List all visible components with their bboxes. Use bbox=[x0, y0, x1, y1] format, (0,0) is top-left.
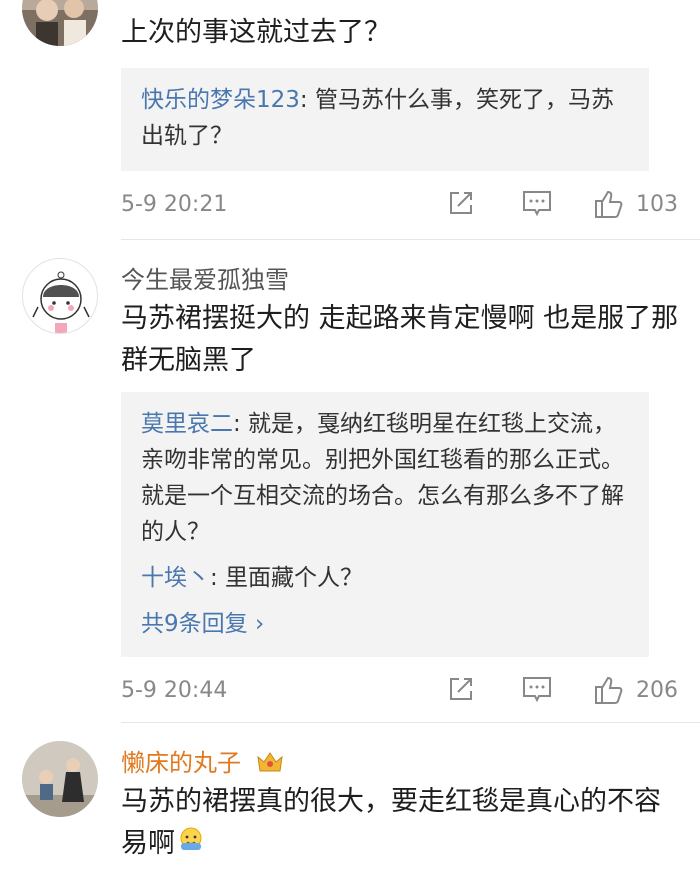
share-icon[interactable] bbox=[446, 188, 476, 224]
comment-item: 今生最爱孤独雪 马苏裙摆挺大的 走起路来肯定慢啊 也是服了那群无脑黑了 莫里哀二… bbox=[0, 240, 700, 720]
like-icon[interactable] bbox=[593, 674, 625, 712]
reply-box[interactable]: 快乐的梦朵123: 管马苏什么事，笑死了，马苏出轨了？ bbox=[121, 68, 649, 171]
like-count: 206 bbox=[636, 678, 678, 703]
comment-item: 上次的事这就过去了？ 快乐的梦朵123: 管马苏什么事，笑死了，马苏出轨了？ 5… bbox=[0, 0, 700, 240]
vip-crown-icon bbox=[255, 749, 285, 779]
reply-text: : 里面藏个人？ bbox=[210, 565, 364, 591]
avatar[interactable] bbox=[22, 0, 98, 46]
comment-meta: 5-9 20:21 103 bbox=[121, 186, 681, 226]
share-icon[interactable] bbox=[446, 674, 476, 710]
reply-username[interactable]: 十埃丶 bbox=[141, 565, 210, 591]
comment-meta: 5-9 20:44 206 bbox=[121, 672, 681, 712]
comment-text: 上次的事这就过去了？ bbox=[121, 17, 391, 48]
reply-username[interactable]: 快乐的梦朵123 bbox=[141, 87, 300, 113]
reply-box[interactable]: 莫里哀二: 就是，戛纳红毯明星在红毯上交流，亲吻非常的常见。别把外国红毯看的那么… bbox=[121, 392, 649, 657]
username[interactable]: 懒床的丸子 bbox=[121, 743, 285, 779]
reply-item[interactable]: 莫里哀二: 就是，戛纳红毯明星在红毯上交流，亲吻非常的常见。别把外国红毯看的那么… bbox=[141, 406, 629, 550]
like-icon[interactable] bbox=[593, 188, 625, 226]
username[interactable]: 今生最爱孤独雪 bbox=[121, 260, 289, 295]
more-replies-link[interactable]: 共9条回复 › bbox=[141, 606, 629, 642]
like-count: 103 bbox=[636, 192, 678, 217]
reply-item[interactable]: 十埃丶: 里面藏个人？ bbox=[141, 560, 629, 596]
comment-icon[interactable] bbox=[521, 674, 553, 710]
comment-text: 马苏裙摆挺大的 走起路来肯定慢啊 也是服了那群无脑黑了 bbox=[121, 303, 679, 376]
username-text: 懒床的丸子 bbox=[121, 749, 241, 777]
reply-item[interactable]: 快乐的梦朵123: 管马苏什么事，笑死了，马苏出轨了？ bbox=[141, 82, 629, 154]
shy-emoji-icon bbox=[177, 824, 205, 866]
comment-icon[interactable] bbox=[521, 188, 553, 224]
reply-username[interactable]: 莫里哀二 bbox=[141, 411, 233, 437]
timestamp: 5-9 20:44 bbox=[121, 678, 228, 703]
timestamp: 5-9 20:21 bbox=[121, 192, 228, 217]
comment-item: 懒床的丸子 马苏的裙摆真的很大，要走红毯是真心的不容易啊 bbox=[0, 723, 700, 877]
avatar[interactable] bbox=[22, 258, 98, 334]
comment-text: 马苏的裙摆真的很大，要走红毯是真心的不容易啊 bbox=[121, 781, 681, 866]
avatar[interactable] bbox=[22, 741, 98, 817]
